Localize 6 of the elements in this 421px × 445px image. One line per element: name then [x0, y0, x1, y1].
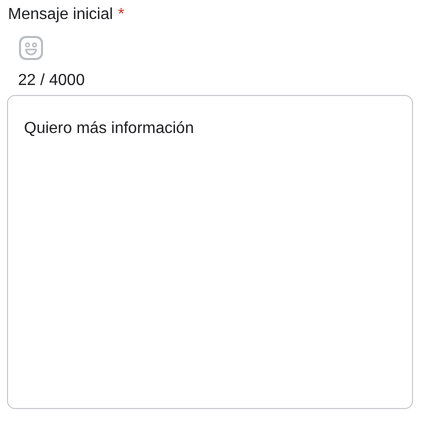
field-label: Mensaje inicial — [8, 6, 113, 24]
required-mark: * — [118, 6, 124, 24]
message-field[interactable]: Quiero más información — [7, 95, 413, 409]
character-counter: 22 / 4000 — [18, 72, 85, 90]
smiley-icon — [18, 35, 44, 61]
emoji-button[interactable] — [17, 34, 45, 62]
